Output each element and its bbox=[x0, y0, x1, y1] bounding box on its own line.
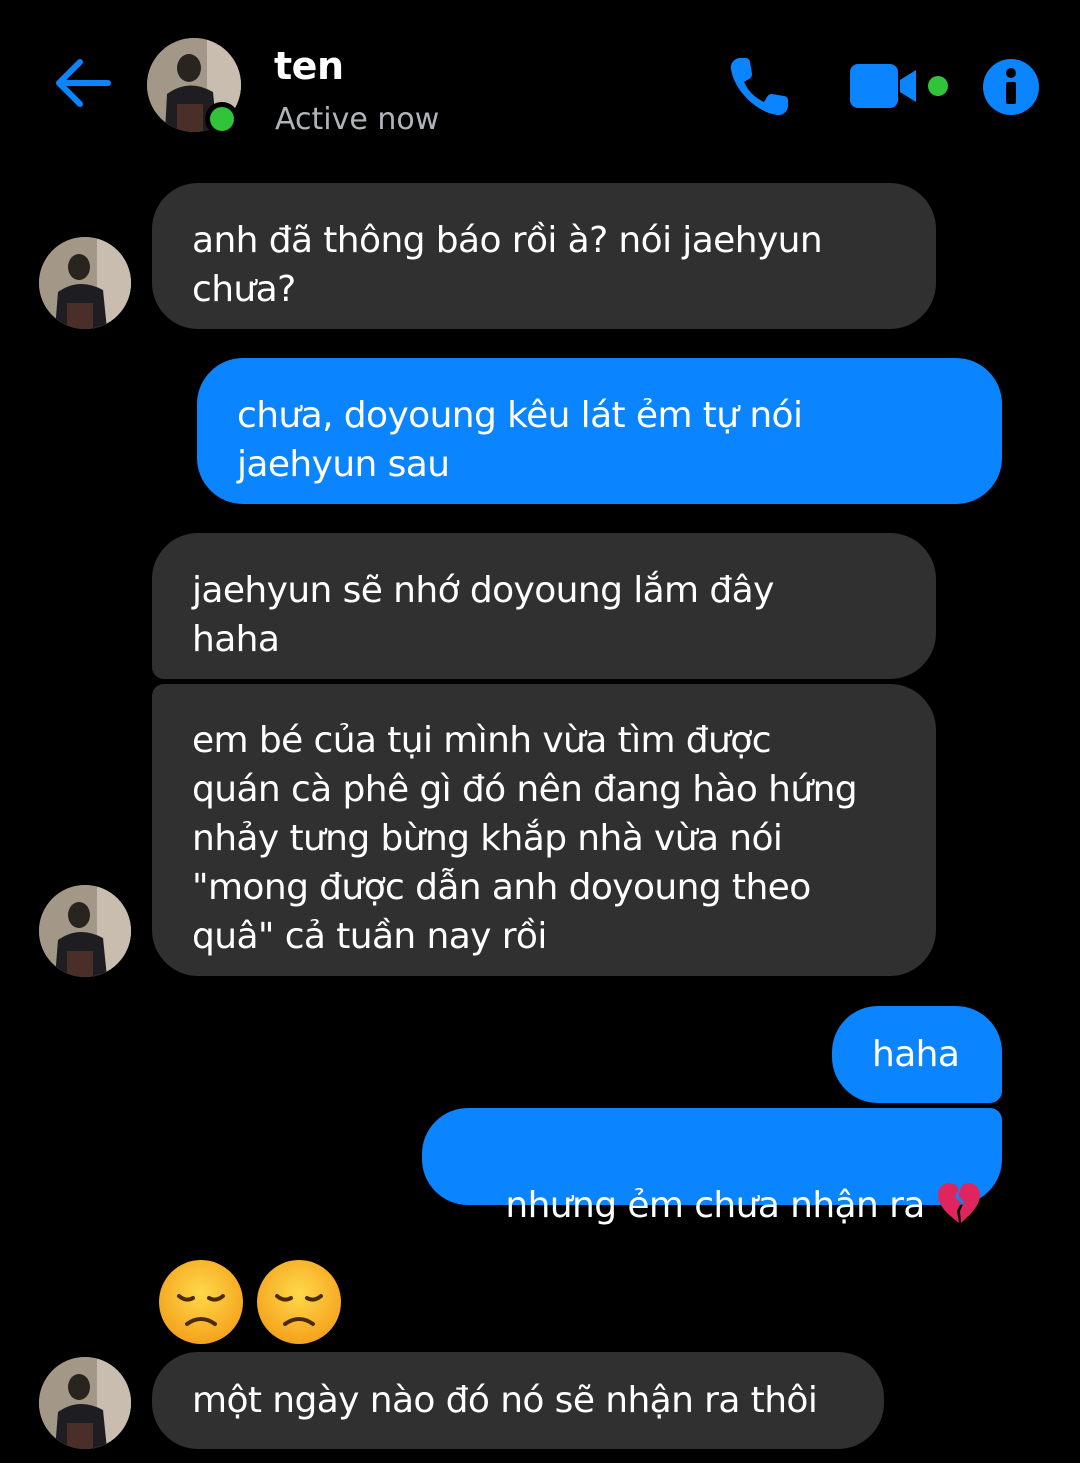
message-text: nhưng ẻm chưa nhận ra bbox=[505, 1185, 936, 1226]
disappointed-face-icon bbox=[257, 1260, 341, 1344]
contact-name[interactable]: ten bbox=[274, 44, 344, 88]
message-bubble-incoming[interactable]: một ngày nào đó nó sẽ nhận ra thôi bbox=[152, 1352, 884, 1449]
contact-status: Active now bbox=[275, 102, 440, 137]
message-bubble-outgoing[interactable]: haha bbox=[832, 1006, 1002, 1103]
video-camera-icon[interactable] bbox=[848, 58, 958, 114]
back-arrow-icon[interactable] bbox=[50, 50, 116, 116]
avatar[interactable] bbox=[39, 1357, 131, 1449]
message-bubble-incoming[interactable]: anh đã thông báo rồi à? nói jaehyun chưa… bbox=[152, 183, 936, 329]
phone-icon[interactable] bbox=[724, 52, 794, 122]
message-bubble-outgoing[interactable]: chưa, doyoung kêu lát ẻm tự nói jaehyun … bbox=[197, 358, 1002, 504]
message-bubble-incoming[interactable]: em bé của tụi mình vừa tìm được quán cà … bbox=[152, 684, 936, 976]
chat-header: ten Active now bbox=[0, 0, 1080, 170]
info-icon[interactable] bbox=[982, 58, 1040, 116]
disappointed-face-icon bbox=[159, 1260, 243, 1344]
message-bubble-outgoing[interactable]: nhưng ẻm chưa nhận ra bbox=[422, 1108, 1002, 1226]
avatar[interactable] bbox=[39, 237, 131, 329]
message-bubble-incoming[interactable]: jaehyun sẽ nhớ doyoung lắm đây haha bbox=[152, 533, 936, 679]
online-status-dot bbox=[205, 102, 239, 136]
broken-heart-icon bbox=[937, 1183, 980, 1223]
avatar[interactable] bbox=[39, 885, 131, 977]
